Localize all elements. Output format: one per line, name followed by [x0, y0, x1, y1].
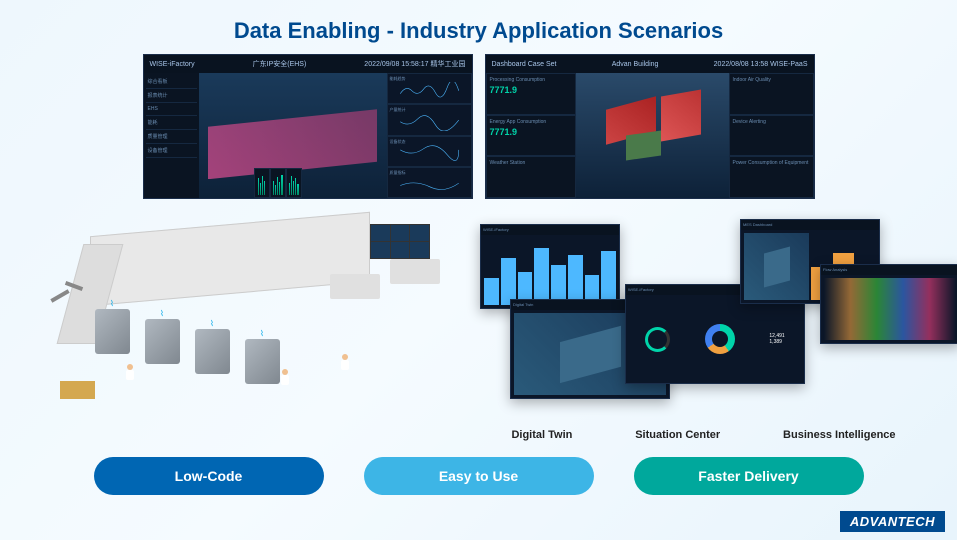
mini-dashboard-flow: Flow Analysis — [820, 264, 957, 344]
mini-dashboard-bars: WISE-iFactory — [480, 224, 620, 309]
mid-section: ⌇ ⌇ ⌇ ⌇ WISE-iFactory Digital Twin WISE-… — [0, 199, 957, 439]
feature-pills: Low-Code Easy to Use Faster Delivery — [0, 439, 957, 513]
building-3d — [661, 89, 701, 141]
worker-icon — [340, 354, 350, 372]
donut-chart-icon — [705, 324, 735, 354]
worker-icon — [125, 364, 135, 382]
isometric-factory-illustration: ⌇ ⌇ ⌇ ⌇ — [30, 214, 460, 404]
dashboard2-right-stats: Indoor Air Quality Device Alerting Power… — [729, 73, 814, 198]
advantech-logo: ADVANTECH — [840, 511, 945, 532]
pill-faster-delivery: Faster Delivery — [634, 457, 864, 495]
nav-item: 综合看板 — [146, 75, 197, 89]
robot-arm-icon — [50, 284, 80, 324]
machine-unit — [245, 339, 280, 384]
dashboard-building: Dashboard Case Set Advan Building 2022/0… — [485, 54, 815, 199]
building-3d-small — [744, 233, 809, 300]
workstation-desk — [390, 259, 440, 284]
nav-item: 报表统计 — [146, 89, 197, 103]
cluster-labels: Digital Twin Situation Center Business I… — [480, 429, 927, 441]
wifi-icon: ⌇ — [260, 329, 264, 338]
dashboard2-datetime: 2022/08/08 13:58 WISE-PaaS — [714, 61, 808, 68]
label-digital-twin: Digital Twin — [511, 429, 572, 441]
stat-box: Power Consumption of Equipment — [729, 156, 814, 198]
dashboard1-bottom-charts — [254, 168, 302, 198]
wifi-icon: ⌇ — [160, 309, 164, 318]
stat-numbers: 12,491 1,389 — [769, 333, 784, 345]
dashboard-ifactory: WISE-iFactory 广东IP安全(EHS) 2022/09/08 15:… — [143, 54, 473, 199]
dashboard1-3d-view — [199, 73, 387, 198]
stat-box: Device Alerting — [729, 115, 814, 157]
dashboard1-header: WISE-iFactory 广东IP安全(EHS) 2022/09/08 15:… — [144, 55, 472, 73]
factory-3d-model — [208, 92, 377, 180]
worker-icon — [280, 369, 290, 387]
page-title: Data Enabling - Industry Application Sce… — [0, 0, 957, 54]
gauge-icon — [645, 327, 670, 352]
building-3d — [626, 131, 661, 161]
nav-item: 能耗 — [146, 116, 197, 130]
machine-unit — [145, 319, 180, 364]
bottom-chart — [286, 168, 302, 198]
pill-easy-to-use: Easy to Use — [364, 457, 594, 495]
top-dashboards-row: WISE-iFactory 广东IP安全(EHS) 2022/09/08 15:… — [0, 54, 957, 199]
dashboard2-left-stats: Processing Consumption7771.9 Energy App … — [486, 73, 576, 198]
bottom-chart — [270, 168, 286, 198]
dashboard-cluster: WISE-iFactory Digital Twin WISE-iFactory… — [480, 214, 927, 439]
factory-wall — [90, 212, 370, 306]
nav-item: 质量管理 — [146, 130, 197, 144]
wifi-icon: ⌇ — [210, 319, 214, 328]
mini-chart: 能耗趋势 — [387, 73, 472, 104]
stat-box: Processing Consumption7771.9 — [486, 73, 576, 115]
nav-item: 设备管理 — [146, 144, 197, 158]
dashboard1-sidebar: 综合看板 报表统计 EHS 能耗 质量管理 设备管理 — [144, 73, 199, 198]
nav-item: EHS — [146, 103, 197, 116]
workstation-desk — [330, 274, 380, 299]
dashboard2-3d-view — [576, 73, 729, 198]
stat-box: Indoor Air Quality — [729, 73, 814, 115]
monitor-wall — [370, 224, 430, 259]
machine-unit — [195, 329, 230, 374]
dashboard1-location: 广东IP安全(EHS) — [253, 59, 307, 69]
dashboard1-datetime: 2022/09/08 15:58:17 精华工业园 — [364, 59, 465, 69]
label-situation-center: Situation Center — [635, 429, 720, 441]
pallet-icon — [60, 381, 95, 399]
flow-stream-icon — [824, 278, 956, 340]
mini-chart: 设备状态 — [387, 136, 472, 167]
dashboard1-appname: WISE-iFactory — [150, 61, 195, 68]
machine-unit — [95, 309, 130, 354]
dashboard2-appname: Dashboard Case Set — [492, 61, 557, 68]
dashboard1-right-charts: 能耗趋势 产量统计 设备状态 质量指标 — [387, 73, 472, 198]
pill-low-code: Low-Code — [94, 457, 324, 495]
stat-box: Energy App Consumption7771.9 — [486, 115, 576, 157]
wifi-icon: ⌇ — [110, 299, 114, 308]
bottom-chart — [254, 168, 270, 198]
mini-chart: 产量统计 — [387, 104, 472, 135]
mini-chart: 质量指标 — [387, 167, 472, 198]
dashboard2-subtitle: Advan Building — [612, 61, 659, 68]
stat-box: Weather Station — [486, 156, 576, 198]
dashboard2-header: Dashboard Case Set Advan Building 2022/0… — [486, 55, 814, 73]
label-business-intelligence: Business Intelligence — [783, 429, 895, 441]
